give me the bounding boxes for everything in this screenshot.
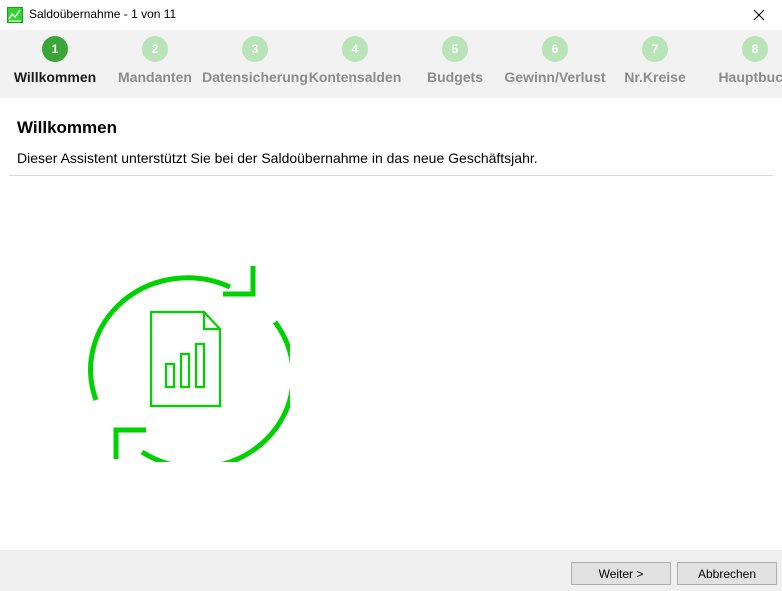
step-label: Willkommen [13,69,97,85]
step-willkommen[interactable]: 1 Willkommen [0,30,110,98]
step-number: 6 [542,36,568,62]
step-number: 3 [242,36,268,62]
step-label: Budgets [427,69,483,85]
step-label: Mandanten [118,69,192,85]
wizard-steps: 1 Willkommen 2 Mandanten 3 Datensicherun… [0,30,782,98]
step-nr-kreise[interactable]: 7 Nr.Kreise [600,30,710,98]
step-budgets[interactable]: 5 Budgets [400,30,510,98]
step-datensicherung[interactable]: 3 Datensicherung [200,30,310,98]
cancel-button[interactable]: Abbrechen [677,562,777,585]
app-chart-icon [7,7,23,23]
next-button[interactable]: Weiter > [571,562,671,585]
step-gewinn-verlust[interactable]: 6 Gewinn/Verlust [500,30,610,98]
step-label: Kontensalden [308,69,402,85]
step-mandanten[interactable]: 2 Mandanten [100,30,210,98]
title-bar: Saldoübernahme - 1 von 11 [0,0,782,30]
step-label: Gewinn/Verlust [504,69,606,85]
step-number: 8 [742,36,768,62]
window-title: Saldoübernahme - 1 von 11 [29,7,177,21]
divider [9,175,773,176]
step-number: 5 [442,36,468,62]
close-icon[interactable] [736,0,782,30]
page-title: Willkommen [17,118,117,137]
step-label: Datensicherung [202,69,308,85]
page-description: Dieser Assistent unterstützt Sie bei der… [17,150,538,166]
step-number: 7 [642,36,668,62]
step-number: 2 [142,36,168,62]
step-kontensalden[interactable]: 4 Kontensalden [300,30,410,98]
step-label: Hauptbuch [718,69,782,85]
refresh-document-chart-icon [80,262,296,471]
step-number: 4 [342,36,368,62]
step-number: 1 [42,36,68,62]
step-label: Nr.Kreise [624,69,686,85]
step-hauptbuch[interactable]: 8 Hauptbuch [700,30,782,98]
